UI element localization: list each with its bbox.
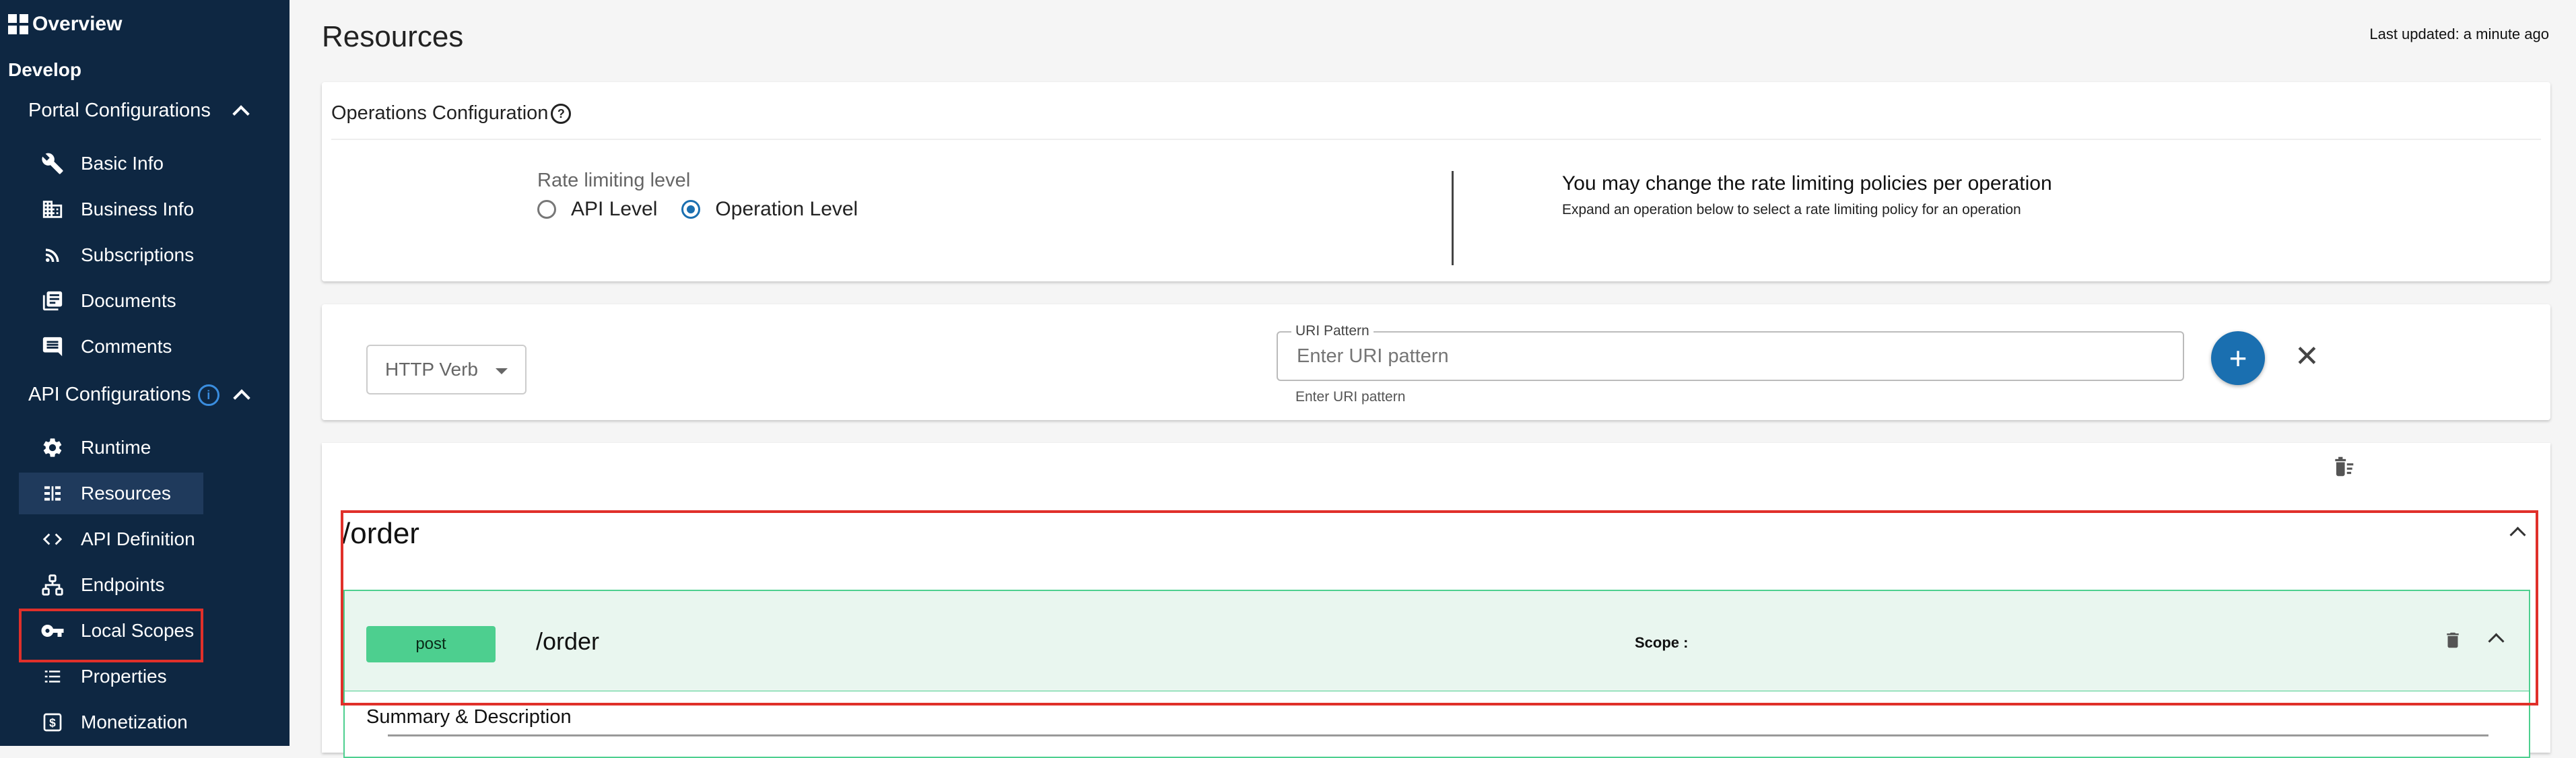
uri-pattern-field[interactable]: URI Pattern <box>1277 323 2184 381</box>
radio-api-level[interactable] <box>537 200 556 219</box>
sidebar-item-label: Endpoints <box>81 574 165 595</box>
dashboard-icon <box>8 14 28 34</box>
http-verb-placeholder: HTTP Verb <box>385 359 478 380</box>
rate-limiting-radio-group: API Level Operation Level <box>537 198 858 221</box>
delete-all-icon[interactable] <box>2331 454 2357 479</box>
sidebar-group-label: API Configurations <box>28 384 191 405</box>
vertical-divider <box>1452 171 1454 265</box>
dollar-icon: $ <box>39 709 66 736</box>
page-title: Resources <box>322 20 464 53</box>
sidebar-item-subscriptions[interactable]: Subscriptions <box>19 234 203 276</box>
add-resource-card: HTTP Verb URI Pattern Enter URI pattern … <box>322 304 2550 420</box>
sidebar-item-label: Basic Info <box>81 153 164 174</box>
sidebar-item-label: Documents <box>81 290 176 311</box>
uri-pattern-label: URI Pattern <box>1291 323 1374 339</box>
sidebar-item-comments[interactable]: Comments <box>19 326 203 368</box>
sidebar: Overview Develop Portal Configurations B… <box>0 0 290 746</box>
divider <box>388 734 2488 736</box>
sidebar-section-develop: Develop <box>8 59 81 80</box>
plus-icon: + <box>2229 341 2247 376</box>
list-icon <box>39 480 66 507</box>
hub-icon <box>39 572 66 598</box>
help-icon[interactable]: ? <box>551 103 572 124</box>
operations-configuration-title: Operations Configuration ? <box>331 102 572 125</box>
uri-pattern-helper-text: Enter URI pattern <box>1295 389 1406 405</box>
sidebar-item-resources[interactable]: Resources <box>19 473 203 514</box>
last-updated-text: Last updated: a minute ago <box>2369 26 2549 42</box>
building-icon <box>39 196 66 223</box>
highlight-box-local-scopes <box>19 609 203 662</box>
sidebar-group-api-configurations[interactable]: API Configurations i <box>28 384 250 407</box>
chevron-up-icon <box>232 104 250 123</box>
wrench-icon <box>39 150 66 177</box>
rate-limiting-label: Rate limiting level <box>537 170 691 191</box>
rate-limit-info-subtitle: Expand an operation below to select a ra… <box>1562 202 2021 217</box>
clear-icon[interactable]: ✕ <box>2295 339 2319 374</box>
add-resource-button[interactable]: + <box>2211 331 2265 385</box>
operations-configuration-label: Operations Configuration <box>331 102 549 124</box>
sidebar-overview-label: Overview <box>32 13 123 35</box>
rss-icon <box>39 242 66 269</box>
radio-operation-level[interactable] <box>681 200 701 219</box>
sidebar-group-label: Portal Configurations <box>28 100 211 121</box>
comment-icon <box>39 333 66 360</box>
list-bullets-icon <box>39 663 66 690</box>
sidebar-item-label: Resources <box>81 483 171 504</box>
library-books-icon <box>39 287 66 314</box>
rate-limit-info-title: You may change the rate limiting policie… <box>1562 172 2052 195</box>
svg-text:$: $ <box>49 716 56 730</box>
http-verb-select[interactable]: HTTP Verb <box>366 345 527 394</box>
sidebar-item-label: Comments <box>81 336 172 357</box>
code-icon <box>39 526 66 553</box>
uri-pattern-input[interactable] <box>1295 345 2160 368</box>
sidebar-item-label: Business Info <box>81 199 195 219</box>
sidebar-item-monetization[interactable]: $ Monetization <box>19 701 203 743</box>
radio-operation-level-label: Operation Level <box>715 198 858 220</box>
divider <box>331 139 2541 140</box>
sidebar-item-documents[interactable]: Documents <box>19 280 203 322</box>
gear-icon <box>39 434 66 461</box>
sidebar-item-basic-info[interactable]: Basic Info <box>19 143 203 184</box>
main-content: Resources Last updated: a minute ago Ope… <box>290 0 2576 758</box>
sidebar-overview-link[interactable]: Overview <box>8 9 122 39</box>
sidebar-item-label: Properties <box>81 666 167 687</box>
sidebar-item-business-info[interactable]: Business Info <box>19 188 203 230</box>
sidebar-item-runtime[interactable]: Runtime <box>19 427 203 469</box>
chevron-up-icon <box>233 388 250 407</box>
radio-api-level-label: API Level <box>571 198 658 220</box>
sidebar-item-label: Monetization <box>81 712 188 732</box>
sidebar-item-label: API Definition <box>81 528 195 549</box>
info-icon[interactable]: i <box>197 384 219 406</box>
summary-description-label: Summary & Description <box>366 706 572 728</box>
sidebar-item-endpoints[interactable]: Endpoints <box>19 564 203 606</box>
caret-down-icon <box>496 368 508 374</box>
sidebar-group-portal-configurations[interactable]: Portal Configurations <box>28 100 250 123</box>
sidebar-item-api-definition[interactable]: API Definition <box>19 518 203 560</box>
operations-configuration-card: Operations Configuration ? Rate limiting… <box>322 82 2550 281</box>
highlight-box-order-resource <box>341 510 2538 705</box>
sidebar-item-label: Runtime <box>81 437 151 458</box>
sidebar-item-label: Subscriptions <box>81 244 195 265</box>
